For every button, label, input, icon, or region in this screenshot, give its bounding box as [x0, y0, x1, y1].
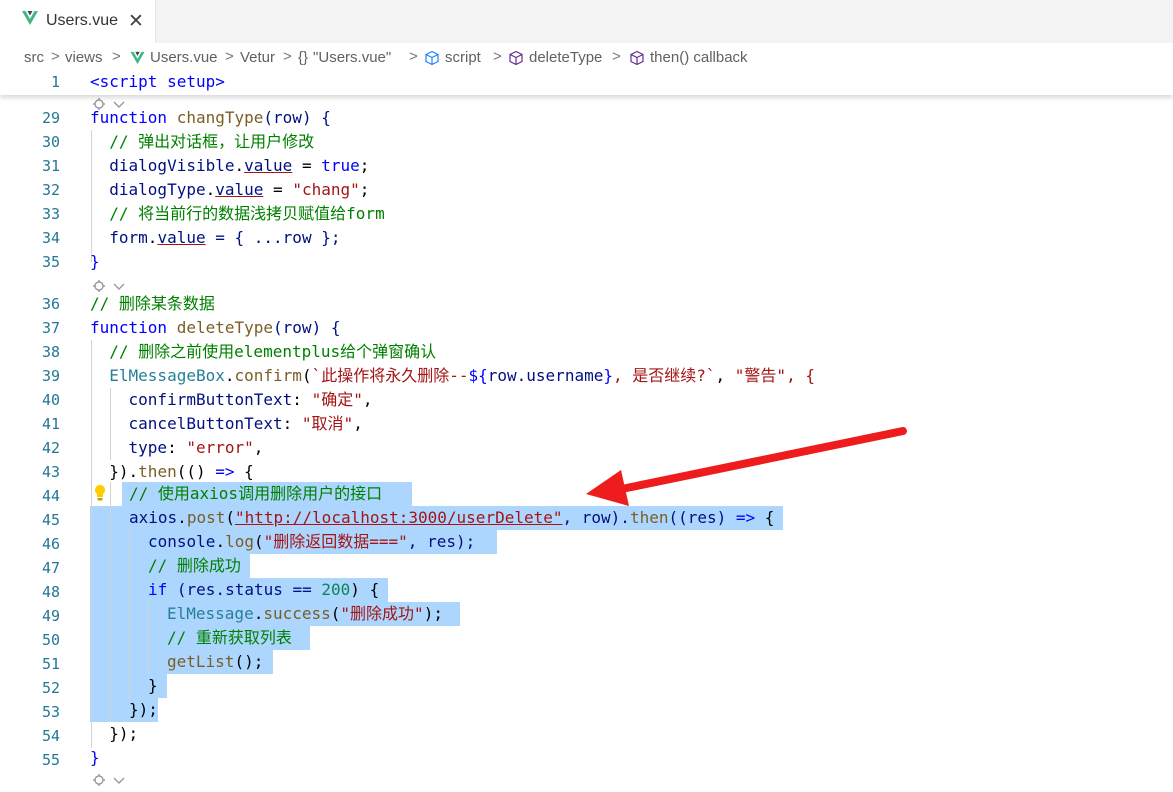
annotation-arrow-icon: [586, 427, 907, 506]
breadcrumb-separator: >: [283, 48, 292, 65]
breadcrumb-src[interactable]: src: [24, 49, 44, 66]
breadcrumb-callback[interactable]: then() callback: [629, 49, 748, 66]
breadcrumb-views[interactable]: views: [65, 49, 103, 66]
breadcrumb: src > views > Users.vue > Vetur > {} "Us…: [0, 43, 1173, 73]
code-editor[interactable]: 1 <script setup> 29 30 31 32 33 34 35 36…: [0, 70, 1173, 792]
vue-file-icon: [130, 51, 145, 64]
breadcrumb-separator: >: [493, 48, 502, 65]
breadcrumb-separator: >: [51, 48, 60, 65]
line-number: 1: [50, 73, 60, 91]
tab-label: Users.vue: [46, 12, 119, 29]
breadcrumb-separator: >: [612, 48, 621, 65]
method-icon: [509, 50, 523, 65]
sticky-scroll-header[interactable]: 1 <script setup>: [0, 70, 1173, 95]
method-icon: [630, 50, 644, 65]
cube-icon: [425, 50, 439, 65]
breadcrumb-file[interactable]: Users.vue: [130, 49, 218, 66]
breadcrumb-separator: >: [409, 48, 418, 65]
breadcrumb-vetur[interactable]: Vetur: [240, 49, 275, 66]
tab-bar: Users.vue ✕: [0, 0, 1173, 43]
breadcrumb-script[interactable]: script: [424, 49, 481, 66]
breadcrumb-module[interactable]: {} "Users.vue": [298, 49, 391, 66]
breadcrumb-separator: >: [112, 48, 121, 65]
tab-users-vue[interactable]: Users.vue ✕: [0, 0, 156, 43]
close-tab-icon[interactable]: ✕: [128, 10, 144, 33]
code-line: <script setup>: [90, 72, 225, 91]
vue-file-icon: [22, 10, 38, 30]
breadcrumb-separator: >: [225, 48, 234, 65]
breadcrumb-deletetype[interactable]: deleteType: [508, 49, 602, 66]
braces-icon: {}: [298, 49, 309, 66]
